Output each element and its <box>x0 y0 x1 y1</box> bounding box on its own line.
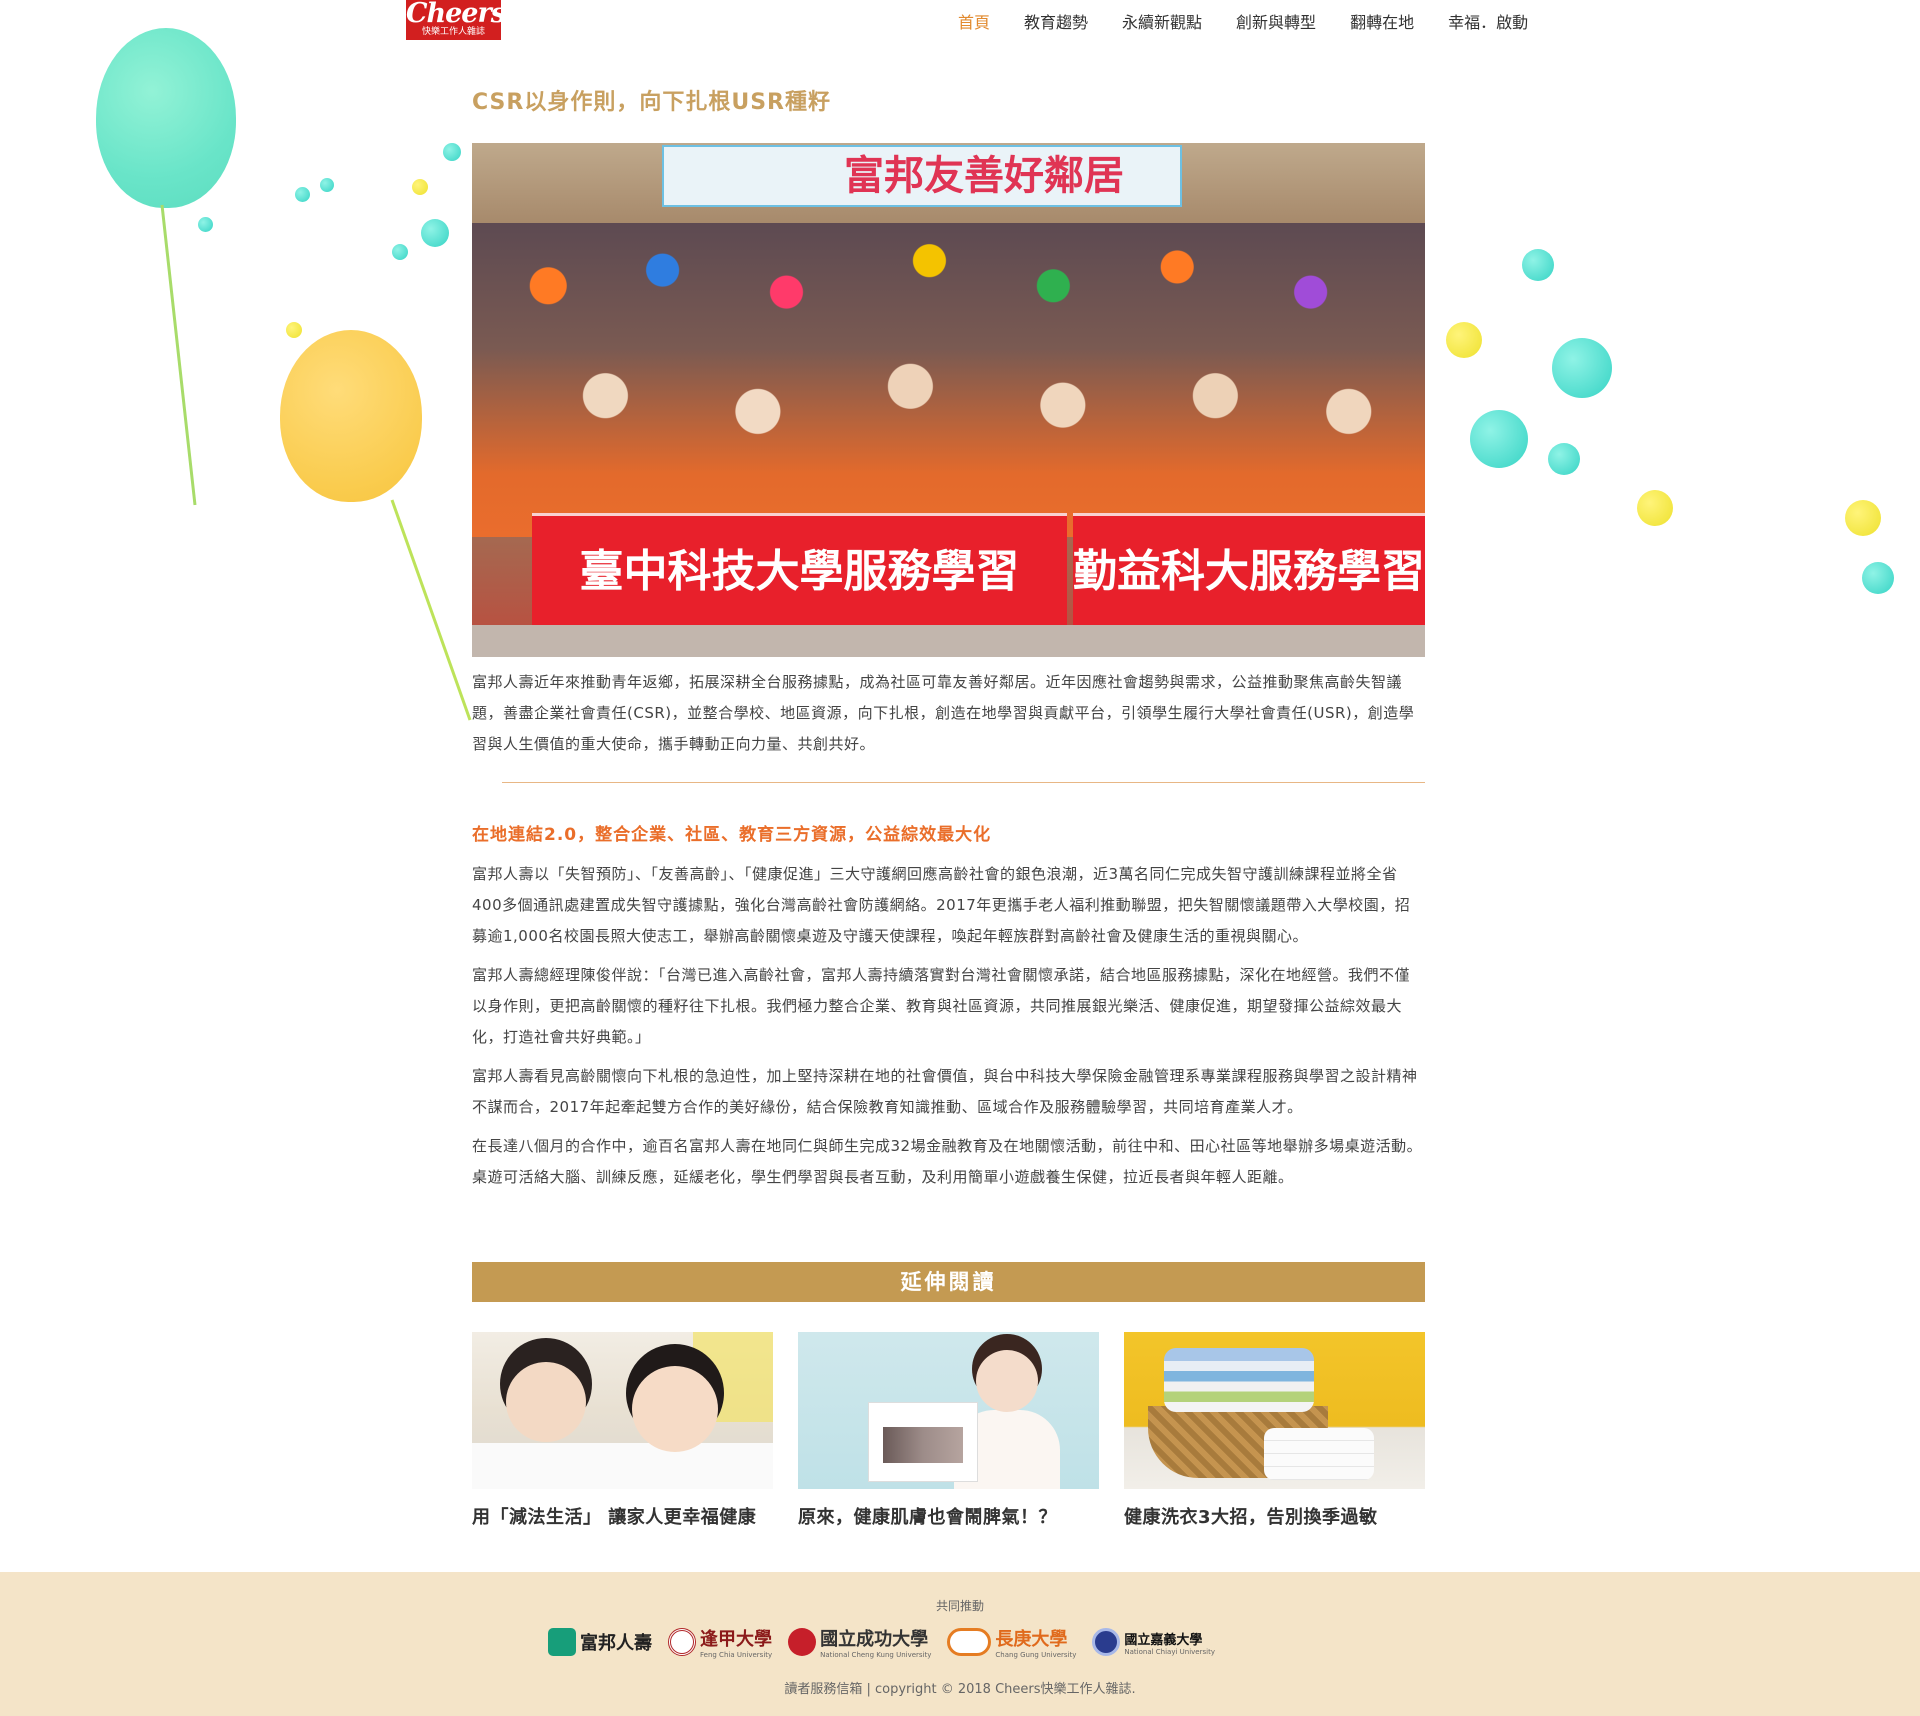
dot-decoration <box>1522 249 1554 281</box>
dot-decoration <box>198 217 213 232</box>
site-footer: 共同推動 富邦人壽 逢甲大學 Feng Chia University 國立成功大… <box>0 1572 1920 1716</box>
dot-decoration <box>1470 410 1528 468</box>
article-body: 富邦人壽以「失智預防」、「友善高齡」、「健康促進」三大守護網回應高齡社會的銀色浪… <box>472 859 1425 1201</box>
partner-name-text: 國立嘉義大學 <box>1124 1632 1203 1648</box>
co-promotion-label: 共同推動 <box>935 1599 984 1613</box>
partner-logo-ncyu: 國立嘉義大學 National Chiayi University <box>1092 1622 1215 1662</box>
nav-happiness[interactable]: 幸福．啟動 <box>1448 9 1528 33</box>
partner-name-en: Chang Gung University <box>995 1651 1077 1659</box>
article-lead: 富邦人壽近年來推動青年返鄉，拓展深耕全台服務據點，成為社區可靠友善好鄰居。近年因… <box>472 673 1415 753</box>
photo-banner-right: 勤益科大服務學習 <box>1073 513 1425 625</box>
section-subheading: 在地連結2.0，整合企業、社區、教育三方資源，公益綜效最大化 <box>472 825 992 845</box>
thumb-face <box>632 1366 718 1452</box>
dot-decoration <box>412 179 428 195</box>
logo-subtext: 快樂工作人雜誌 <box>421 27 485 37</box>
related-article-card[interactable]: 用「減法生活」 讓家人更幸福健康 <box>472 1332 773 1529</box>
article-title: CSR以身作則，向下扎根USR種籽 <box>472 90 831 115</box>
thumb-board <box>868 1402 978 1482</box>
partner-name-en: National Cheng Kung University <box>820 1651 932 1659</box>
dot-decoration <box>295 187 310 202</box>
partner-name: 國立成功大學 National Cheng Kung University <box>820 1625 931 1659</box>
related-article-card[interactable]: 原來，健康肌膚也會鬧脾氣！？ <box>798 1332 1099 1529</box>
yellow-balloon-decoration <box>280 330 422 502</box>
related-article-thumbnail[interactable] <box>1124 1332 1425 1489</box>
extended-reading-heading: 延伸閱讀 <box>472 1262 1425 1302</box>
article-paragraph: 富邦人壽看見高齡關懷向下札根的急迫性，加上堅持深耕在地的社會價值，與台中科技大學… <box>472 1067 1418 1116</box>
thumb-face <box>976 1350 1038 1412</box>
photo-banner-bottom: 臺中科技大學服務學習 勤益科大服務學習 <box>532 513 1425 625</box>
nav-home[interactable]: 首頁 <box>958 9 990 33</box>
related-article-thumbnail[interactable] <box>798 1332 1099 1489</box>
partner-name: 富邦人壽 <box>580 1633 652 1654</box>
related-article-title[interactable]: 原來，健康肌膚也會鬧脾氣！？ <box>798 1503 1099 1529</box>
partner-name-en: National Chiayi University <box>1124 1647 1215 1656</box>
section-divider <box>502 782 1425 783</box>
partner-name: 長庚大學 Chang Gung University <box>995 1625 1076 1659</box>
ncku-flower-icon <box>788 1628 817 1656</box>
dot-decoration <box>392 244 408 260</box>
dot-decoration <box>443 143 461 161</box>
nav-innovation[interactable]: 創新與轉型 <box>1236 9 1316 33</box>
dot-decoration <box>286 322 302 338</box>
cgu-emblem-icon <box>947 1628 992 1656</box>
partner-name-text: 逢甲大學 <box>700 1629 772 1650</box>
partner-name-text: 國立成功大學 <box>820 1629 929 1650</box>
nav-sustainability[interactable]: 永續新觀點 <box>1122 9 1202 33</box>
photo-banner-left: 臺中科技大學服務學習 <box>532 513 1067 625</box>
crowd-graphic <box>472 223 1425 537</box>
photo-floor <box>472 625 1425 657</box>
partner-logos: 富邦人壽 逢甲大學 Feng Chia University 國立成功大學 Nati… <box>548 1622 1215 1662</box>
thumb-towels <box>1164 1348 1314 1412</box>
article-paragraph: 在長達八個月的合作中，逾百名富邦人壽在地同仁與師生完成32場金融教育及在地關懷活… <box>472 1137 1423 1186</box>
partner-logo-fcu: 逢甲大學 Feng Chia University <box>668 1622 772 1662</box>
dot-decoration <box>1552 338 1612 398</box>
hero-photo: 富邦友善好鄰居 臺中科技大學服務學習 勤益科大服務學習 <box>472 143 1425 657</box>
article-paragraph: 富邦人壽總經理陳俊伴說：「台灣已進入高齡社會，富邦人壽持續落實對台灣社會關懷承諾… <box>472 966 1411 1046</box>
related-article-title[interactable]: 用「減法生活」 讓家人更幸福健康 <box>472 1503 773 1529</box>
cheers-logo[interactable]: Cheers 快樂工作人雜誌 <box>406 0 506 40</box>
partner-name-en: Feng Chia University <box>700 1651 773 1659</box>
related-article-title[interactable]: 健康洗衣3大招，告別換季過敏 <box>1124 1503 1425 1529</box>
nav-education-trends[interactable]: 教育趨勢 <box>1024 9 1088 33</box>
fubon-logo-icon <box>548 1628 576 1656</box>
photo-banner-top: 富邦友善好鄰居 <box>662 145 1182 207</box>
thumb-towel-stack <box>1264 1428 1374 1480</box>
partner-logo-cgu: 長庚大學 Chang Gung University <box>947 1622 1076 1662</box>
green-balloon-decoration <box>96 28 236 208</box>
thumb-face <box>506 1362 586 1442</box>
footer-separator: | <box>866 1682 871 1697</box>
reader-service-link[interactable]: 讀者服務信箱 <box>784 1682 862 1697</box>
dot-decoration <box>1548 443 1580 475</box>
copyright-text: copyright © 2018 Cheers快樂工作人雜誌. <box>875 1682 1136 1697</box>
thumb-pillow <box>472 1443 773 1489</box>
related-article-thumbnail[interactable] <box>472 1332 773 1489</box>
copyright-line: 讀者服務信箱 | copyright © 2018 Cheers快樂工作人雜誌. <box>0 1678 1920 1697</box>
nav-local[interactable]: 翻轉在地 <box>1350 9 1414 33</box>
logo-text: Cheers <box>406 0 506 29</box>
dot-decoration <box>1862 562 1894 594</box>
article-paragraph: 富邦人壽以「失智預防」、「友善高齡」、「健康促進」三大守護網回應高齡社會的銀色浪… <box>472 865 1411 945</box>
main-nav: 首頁 教育趨勢 永續新觀點 創新與轉型 翻轉在地 幸福．啟動 <box>958 9 1528 33</box>
ncyu-seal-icon <box>1092 1628 1121 1656</box>
dot-decoration <box>1845 500 1881 536</box>
dot-decoration <box>421 219 449 247</box>
partner-name: 逢甲大學 Feng Chia University <box>700 1625 772 1659</box>
dot-decoration <box>1446 322 1482 358</box>
fcu-seal-icon <box>668 1628 696 1656</box>
partner-logo-ncku: 國立成功大學 National Cheng Kung University <box>788 1622 931 1662</box>
partner-name: 國立嘉義大學 National Chiayi University <box>1124 1629 1215 1656</box>
partner-name-text: 長庚大學 <box>995 1629 1068 1650</box>
related-article-card[interactable]: 健康洗衣3大招，告別換季過敏 <box>1124 1332 1425 1529</box>
partner-logo-fubon: 富邦人壽 <box>548 1622 652 1662</box>
dot-decoration <box>1637 490 1673 526</box>
dot-decoration <box>320 178 334 192</box>
